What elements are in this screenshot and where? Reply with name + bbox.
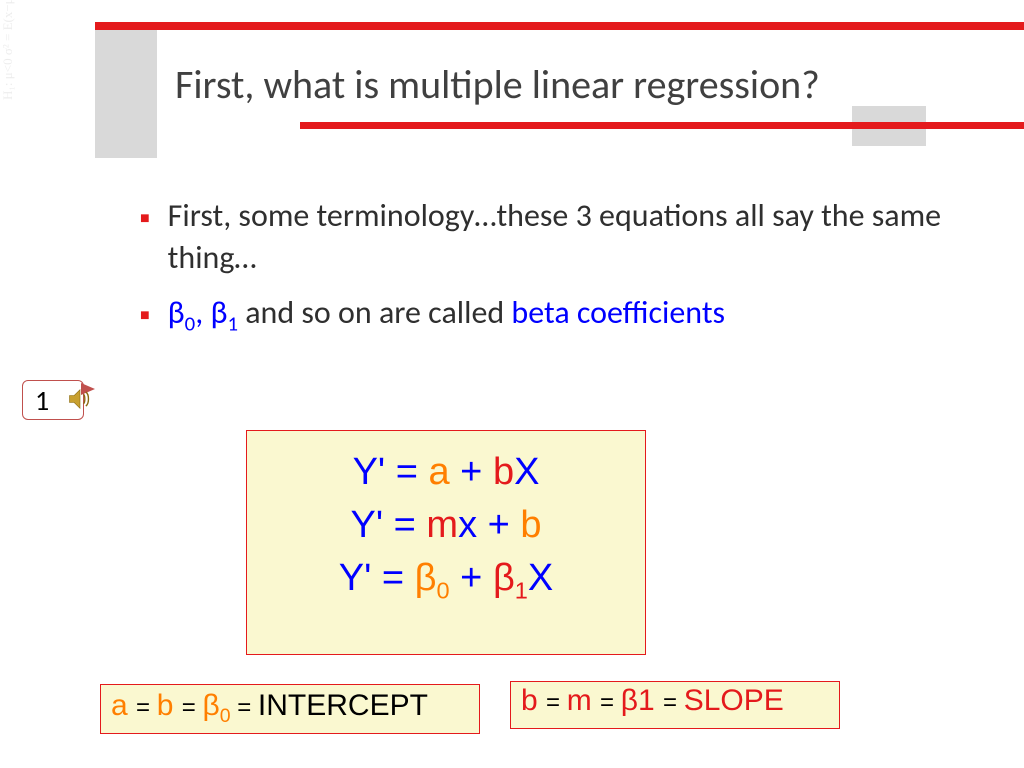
intercept-eq1: = xyxy=(136,694,157,721)
beta-symbol-2: , β xyxy=(195,293,227,332)
eq3-beta0: β xyxy=(415,557,437,599)
bullet-list: ■ First, some terminology…these 3 equati… xyxy=(140,195,964,352)
eq2-m: m xyxy=(426,504,458,546)
speaker-icon xyxy=(66,385,94,413)
eq1-b: b xyxy=(493,451,514,493)
bullet-2-middle: and so on are called xyxy=(238,293,511,332)
slope-beta: β xyxy=(621,684,638,717)
eq3-sub0: 0 xyxy=(437,578,450,604)
eq1-y: Y' = xyxy=(353,451,429,493)
slope-eq1: = xyxy=(546,689,567,716)
eq2-y: Y' = xyxy=(350,504,426,546)
equation-2: Y' = mx + b xyxy=(247,504,645,547)
equation-3: Y' = β0 + β1X xyxy=(247,557,645,605)
eq2-x: x xyxy=(458,504,477,546)
slope-eq2: = xyxy=(600,689,621,716)
slope-label: SLOPE xyxy=(684,684,784,717)
eq1-x: X xyxy=(514,451,539,493)
eq1-plus: + xyxy=(450,451,493,493)
mid-accent-bar xyxy=(300,122,1024,129)
eq3-plus: + xyxy=(450,557,493,599)
intercept-eq2: = xyxy=(182,694,203,721)
intercept-b: b xyxy=(157,689,182,722)
bullet-2-blue-term: beta coefficients xyxy=(511,293,725,332)
bullet-2: ■ β0, β1 and so on are called beta coeff… xyxy=(140,292,964,337)
slide-title: First, what is multiple linear regressio… xyxy=(175,60,820,109)
eq3-x: X xyxy=(528,557,553,599)
bullet-marker-icon: ■ xyxy=(140,306,150,327)
grey-block-left-decor xyxy=(95,30,157,158)
intercept-label: INTERCEPT xyxy=(258,689,428,722)
bullet-marker-icon: ■ xyxy=(140,209,150,230)
eq2-b: b xyxy=(520,504,541,546)
eq3-y: Y' = xyxy=(339,557,415,599)
bullet-1-text: First, some terminology…these 3 equation… xyxy=(168,195,964,278)
intercept-sub0: 0 xyxy=(220,705,231,727)
equations-box: Y' = a + bX Y' = mx + b Y' = β0 + β1X xyxy=(246,430,646,655)
callout-label: 1 xyxy=(35,383,49,418)
intercept-box: a = b = β0 = INTERCEPT xyxy=(100,684,480,734)
eq3-sub1: 1 xyxy=(515,578,528,604)
slope-one: 1 xyxy=(638,684,663,717)
beta-sub-1: 1 xyxy=(227,311,238,337)
slope-b: b xyxy=(521,684,546,717)
slope-m: m xyxy=(567,684,600,717)
bullet-2-text: β0, β1 and so on are called beta coeffic… xyxy=(168,292,725,337)
beta-sub-0: 0 xyxy=(185,311,196,337)
eq1-a: a xyxy=(428,451,449,493)
slope-eq3: = xyxy=(663,689,684,716)
intercept-beta: β xyxy=(202,689,219,722)
bullet-1: ■ First, some terminology…these 3 equati… xyxy=(140,195,964,278)
beta-symbol: β xyxy=(168,293,185,332)
top-accent-bar xyxy=(95,22,1024,30)
equation-1: Y' = a + bX xyxy=(247,451,645,494)
eq2-plus: + xyxy=(477,504,520,546)
intercept-eq3: = xyxy=(231,694,258,721)
slope-box: b = m = β1 = SLOPE xyxy=(510,681,840,729)
eq3-beta1: β xyxy=(493,557,515,599)
intercept-a: a xyxy=(111,689,136,722)
